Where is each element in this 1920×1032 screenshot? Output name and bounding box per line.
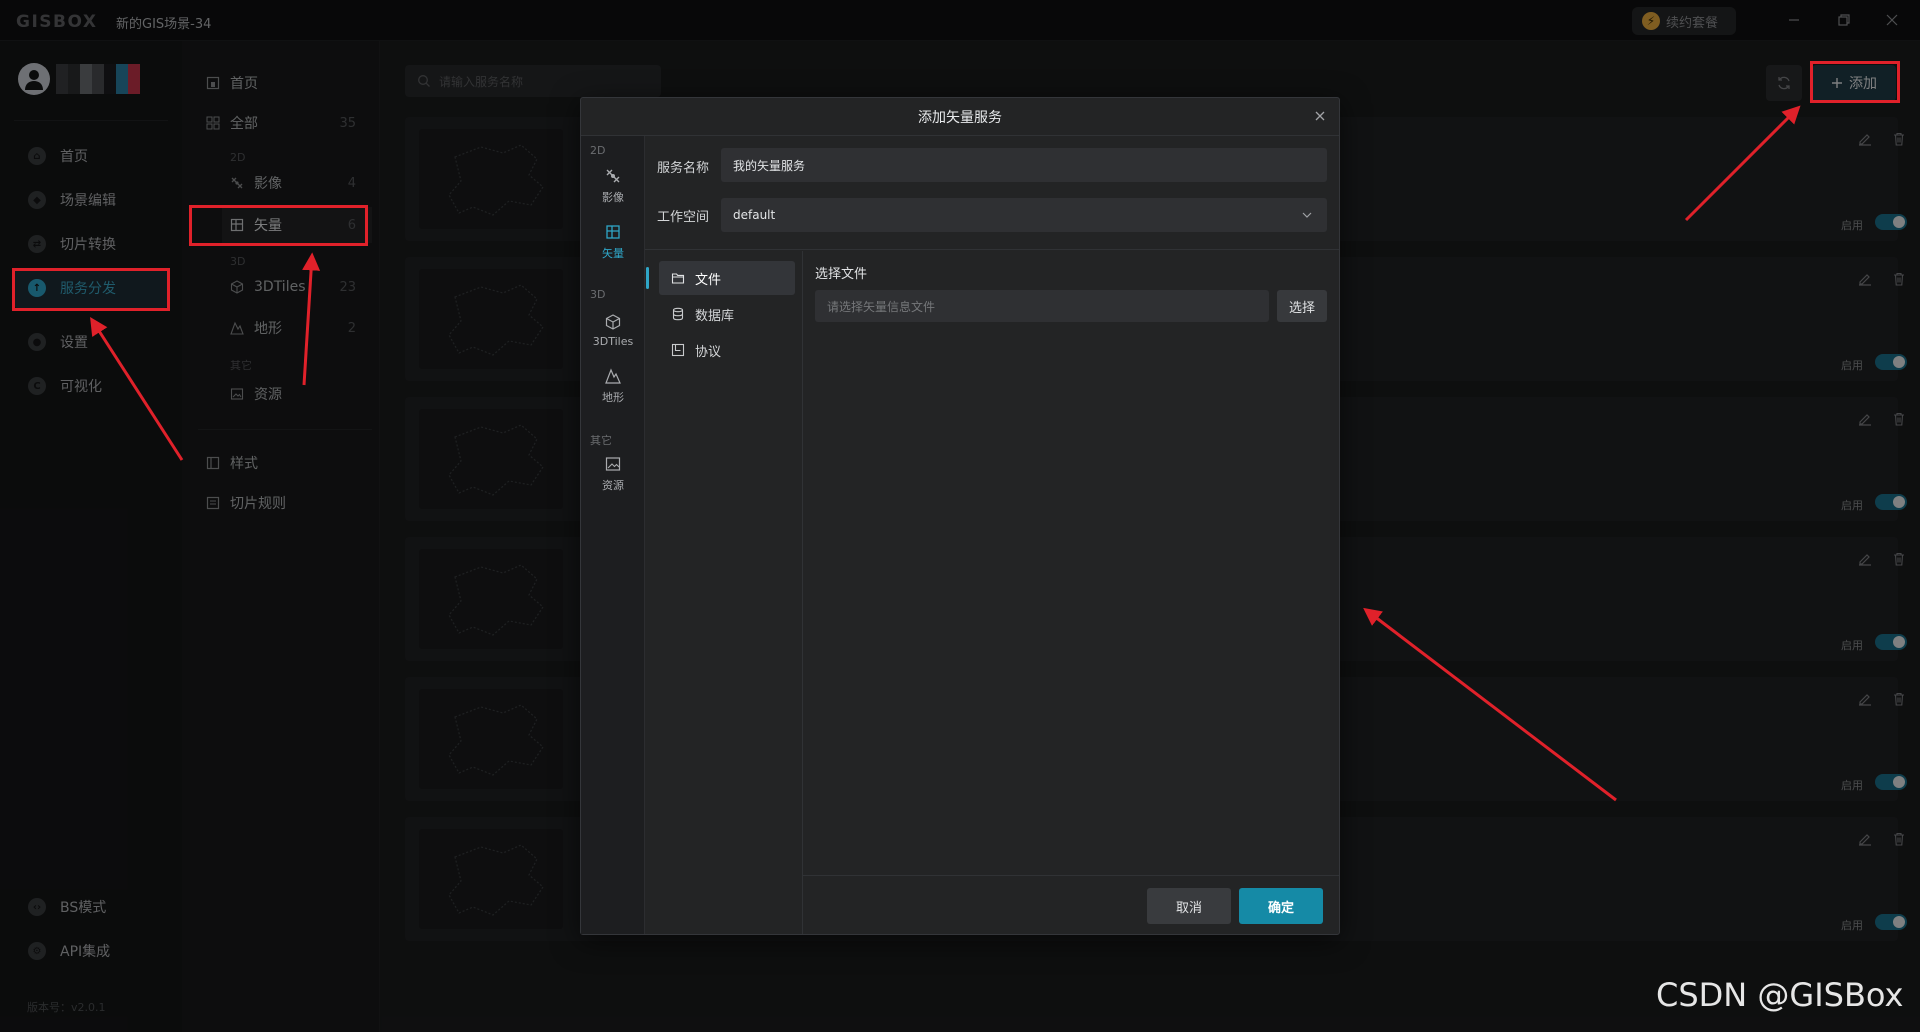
rail-resource[interactable]: 资源 — [581, 450, 645, 498]
file-path-input[interactable]: 请选择矢量信息文件 — [815, 290, 1269, 322]
vector-map-icon — [606, 225, 620, 239]
rail-group-3d: 3D — [590, 288, 606, 301]
rail-group-other: 其它 — [590, 434, 612, 447]
service-type-rail: 2D 影像 矢量 3D 3DTiles 地形 其它 资源 — [581, 136, 645, 934]
data-source-list: 文件 数据库 协议 — [645, 251, 803, 934]
source-database[interactable]: 数据库 — [659, 297, 795, 331]
satellite-icon — [606, 169, 620, 183]
source-file[interactable]: 文件 — [659, 261, 795, 295]
service-name-label: 服务名称 — [657, 161, 710, 176]
confirm-button[interactable]: 确定 — [1239, 888, 1323, 924]
select-file-label: 选择文件 — [815, 267, 868, 282]
rail-label: 资源 — [602, 479, 624, 492]
dialog-title: 添加矢量服务 — [918, 109, 1002, 126]
image-resource-icon — [605, 457, 621, 471]
service-name-value: 我的矢量服务 — [733, 158, 806, 173]
highlight-vector-category — [189, 205, 368, 246]
highlight-add-button — [1810, 61, 1900, 103]
workspace-value: default — [733, 208, 776, 222]
rail-terrain[interactable]: 地形 — [581, 362, 645, 410]
rail-group-2d: 2D — [590, 144, 606, 157]
source-protocol[interactable]: 协议 — [659, 333, 795, 367]
database-icon — [672, 307, 684, 321]
watermark: CSDN @GISBox — [1656, 976, 1904, 1014]
rail-label: 矢量 — [602, 247, 624, 260]
cancel-button[interactable]: 取消 — [1147, 888, 1231, 924]
service-form: 服务名称 我的矢量服务 工作空间 default — [645, 136, 1339, 250]
rail-3dtiles[interactable]: 3DTiles — [581, 306, 645, 354]
dialog-footer: 取消 确定 — [803, 875, 1339, 934]
source-label: 数据库 — [695, 308, 735, 324]
terrain-icon — [605, 368, 621, 384]
rail-imagery[interactable]: 影像 — [581, 162, 645, 210]
active-indicator — [646, 267, 649, 289]
box-3d-icon — [605, 313, 621, 330]
add-vector-service-dialog: 添加矢量服务 2D 影像 矢量 3D 3DTiles 地形 其它 资源 服务名称… — [580, 97, 1340, 935]
rail-label: 3DTiles — [592, 334, 634, 348]
rail-label: 地形 — [602, 391, 624, 404]
folder-icon — [671, 273, 685, 284]
rail-vector[interactable]: 矢量 — [581, 218, 645, 266]
chevron-down-icon — [1302, 212, 1312, 218]
source-label: 文件 — [695, 272, 722, 288]
file-path-placeholder: 请选择矢量信息文件 — [827, 299, 936, 314]
protocol-icon — [671, 343, 685, 357]
close-icon[interactable] — [1313, 109, 1327, 123]
choose-file-button[interactable]: 选择 — [1277, 290, 1327, 322]
workspace-select[interactable]: default — [721, 198, 1327, 232]
source-label: 协议 — [695, 344, 722, 360]
service-name-input[interactable]: 我的矢量服务 — [721, 148, 1327, 182]
workspace-label: 工作空间 — [657, 210, 710, 225]
dialog-header: 添加矢量服务 — [581, 98, 1339, 136]
rail-label: 影像 — [602, 191, 624, 204]
file-selection-panel: 选择文件 请选择矢量信息文件 选择 — [803, 251, 1339, 859]
highlight-service-publish — [12, 268, 170, 311]
